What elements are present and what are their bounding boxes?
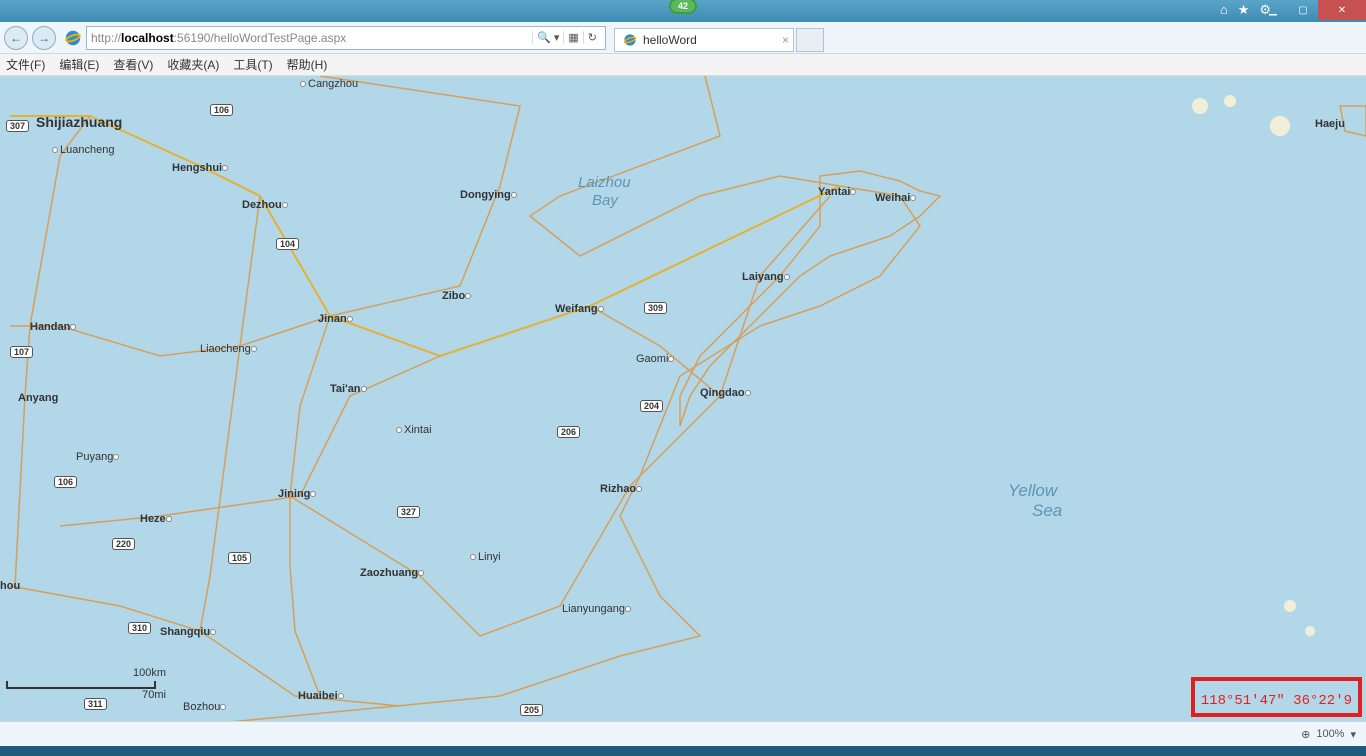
window-titlebar: 42 ⌂ ★ ⚙ ▁ ▢ ✕ [0,0,1366,22]
city-heze: Heze [140,513,174,525]
minimize-button[interactable]: ▁ [1258,0,1288,20]
menu-view[interactable]: 查看(V) [113,56,153,73]
city-hengshui: Hengshui [172,162,230,174]
city-bozhou: Bozhou [183,701,228,713]
city-luancheng: Luancheng [52,144,114,156]
menu-tools[interactable]: 工具(T) [233,56,272,73]
tab-close-icon[interactable]: × [782,33,789,47]
coordinates-readout: 118°51'47" 36°22'9 [1191,677,1362,717]
shield-205: 205 [520,704,543,716]
city-cangzhou: Cangzhou [300,78,358,90]
city-hou: hou [0,580,20,592]
url-text: http://localhost:56190/helloWordTestPage… [91,31,532,45]
city-jining: Jining [278,488,318,500]
shield-106b: 106 [54,476,77,488]
city-qingdao: Qingdao [700,387,753,399]
tab-strip: helloWord × [614,24,824,52]
shield-327: 327 [397,506,420,518]
shield-310: 310 [128,622,151,634]
city-dezhou: Dezhou [242,199,290,211]
ie-favicon-icon [623,33,637,47]
city-handan: Handan [30,321,78,333]
zoom-dropdown-icon[interactable]: ▾ [1350,728,1356,741]
shield-106: 106 [210,104,233,116]
home-icon[interactable]: ⌂ [1220,2,1228,18]
address-bar[interactable]: http://localhost:56190/helloWordTestPage… [86,26,606,50]
status-bar: ⊕ 100% ▾ [0,721,1366,746]
menu-favorites[interactable]: 收藏夹(A) [167,56,219,73]
city-shijiazhuang: Shijiazhuang [36,114,122,130]
ie-favicon-icon [64,29,82,47]
tab-helloword[interactable]: helloWord × [614,28,794,52]
city-weifang: Weifang [555,303,606,315]
menu-file[interactable]: 文件(F) [6,56,45,73]
close-button[interactable]: ✕ [1318,0,1366,20]
city-zibo: Zibo [442,290,473,302]
sea-label-laizhou-bay: LaizhouBay [578,174,631,210]
search-dropdown-icon[interactable]: 🔍 ▾ [532,31,563,44]
menu-help[interactable]: 帮助(H) [287,56,328,73]
city-yantai: Yantai [818,186,858,198]
city-huaibei: Huaibei [298,690,346,702]
refresh-icon[interactable]: ↻ [583,31,601,44]
shield-204: 204 [640,400,663,412]
city-laiyang: Laiyang [742,271,792,283]
city-puyang: Puyang [76,451,121,463]
coordinates-text: 118°51'47" 36°22'9 [1201,693,1352,709]
shield-105: 105 [228,552,251,564]
map-viewport[interactable]: LaizhouBay YellowSea Shijiazhuang Luanch… [0,76,1366,721]
menu-bar: 文件(F) 编辑(E) 查看(V) 收藏夹(A) 工具(T) 帮助(H) [0,54,1366,76]
city-linyi: Linyi [470,551,501,563]
city-xintai: Xintai [396,424,432,436]
zoom-target-icon[interactable]: ⊕ [1301,728,1310,741]
shield-104: 104 [276,238,299,250]
city-shangqiu: Shangqiu [160,626,218,638]
browser-nav: ← → http://localhost:56190/helloWordTest… [0,22,1366,54]
tab-title: helloWord [643,33,697,47]
city-liaocheng: Liaocheng [200,343,259,355]
forward-button[interactable]: → [32,26,56,50]
shield-107: 107 [10,346,33,358]
maximize-button[interactable]: ▢ [1288,0,1318,20]
compat-view-icon[interactable]: ▦ [563,31,582,44]
map-scale: 100km 70mi [6,667,166,701]
shield-206: 206 [557,426,580,438]
favorites-icon[interactable]: ★ [1238,2,1250,18]
sea-label-yellow-sea: YellowSea [1008,481,1062,521]
city-jinan: Jinan [318,313,355,325]
city-lianyungang: Lianyungang [562,603,633,615]
shield-307: 307 [6,120,29,132]
new-tab-button[interactable] [796,28,824,52]
city-weihai: Weihai [875,192,918,204]
city-haeju: Haeju [1315,118,1345,130]
zoom-level[interactable]: 100% [1316,728,1344,740]
city-zaozhuang: Zaozhuang [360,567,426,579]
shield-309: 309 [644,302,667,314]
shield-220: 220 [112,538,135,550]
taskbar[interactable] [0,746,1366,756]
city-anyang: Anyang [18,392,58,404]
city-dongying: Dongying [460,189,519,201]
notification-badge[interactable]: 42 [669,0,697,14]
menu-edit[interactable]: 编辑(E) [59,56,99,73]
back-button[interactable]: ← [4,26,28,50]
city-gaomi: Gaomi [636,353,676,365]
city-taian: Tai'an [330,383,369,395]
city-rizhao: Rizhao [600,483,644,495]
